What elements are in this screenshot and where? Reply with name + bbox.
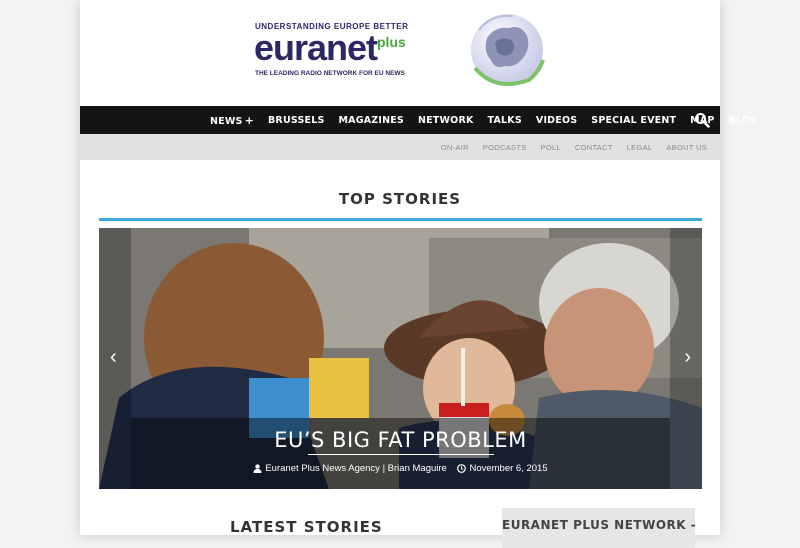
featured-story-caption: EU’S BIG FAT PROBLEM Euranet Plus News A… [131, 418, 670, 489]
user-icon [253, 464, 262, 473]
subnav-item-legal[interactable]: LEGAL [627, 143, 653, 152]
logo-brand: euranet [254, 27, 378, 68]
featured-story-headline[interactable]: EU’S BIG FAT PROBLEM [131, 428, 670, 452]
main-navigation: NEWS + BRUSSELS MAGAZINES NETWORK TALKS V… [80, 106, 758, 134]
top-stories-heading: TOP STORIES [338, 190, 462, 208]
clock-icon [457, 464, 467, 473]
site-header: UNDERSTANDING EUROPE BETTER euranet plus… [80, 0, 720, 106]
logo-brand-suffix: plus [377, 34, 406, 50]
europe-globe-icon [471, 14, 545, 86]
nav-item-magazines[interactable]: MAGAZINES [339, 115, 404, 126]
secondary-navigation: ON-AIR PODCASTS POLL CONTACT LEGAL ABOUT… [80, 134, 720, 160]
search-icon[interactable] [694, 112, 710, 128]
sidebar-widget: EURANET PLUS NETWORK - [502, 508, 697, 548]
logo-tagline-bottom: THE LEADING RADIO NETWORK FOR EU NEWS [255, 70, 405, 77]
nav-item-brussels[interactable]: BRUSSELS [268, 115, 325, 126]
secondary-menu: ON-AIR PODCASTS POLL CONTACT LEGAL ABOUT… [427, 134, 707, 160]
nav-item-news[interactable]: NEWS + [210, 114, 254, 127]
slider-prev-arrow-icon[interactable]: ‹ [110, 346, 117, 369]
nav-menu: NEWS + BRUSSELS MAGAZINES NETWORK TALKS V… [210, 106, 772, 134]
latest-stories-heading: LATEST STORIES [230, 518, 383, 536]
nav-item-blog[interactable]: BLOG [729, 115, 759, 126]
site-logo[interactable]: UNDERSTANDING EUROPE BETTER euranet plus… [254, 22, 445, 82]
slider-next-arrow-icon[interactable]: › [684, 346, 691, 369]
nav-item-network[interactable]: NETWORK [418, 115, 474, 126]
subnav-item-contact[interactable]: CONTACT [575, 143, 613, 152]
subnav-item-about-us[interactable]: ABOUT US [666, 143, 707, 152]
sidebar-widget-title: EURANET PLUS NETWORK - [502, 518, 697, 532]
subnav-item-poll[interactable]: POLL [541, 143, 561, 152]
featured-story-author[interactable]: Euranet Plus News Agency | Brian Maguire [265, 463, 446, 474]
featured-story-slider[interactable]: ‹ › EU’S BIG FAT PROBLEM Euranet Plus Ne… [99, 228, 702, 489]
subnav-item-on-air[interactable]: ON-AIR [441, 143, 469, 152]
page: UNDERSTANDING EUROPE BETTER euranet plus… [80, 0, 758, 548]
featured-story-meta: Euranet Plus News Agency | Brian Maguire… [131, 463, 670, 474]
nav-item-talks[interactable]: TALKS [488, 115, 522, 126]
nav-news-plus-icon: + [244, 113, 254, 127]
subnav-item-podcasts[interactable]: PODCASTS [483, 143, 527, 152]
nav-item-videos[interactable]: VIDEOS [536, 115, 577, 126]
headline-underline [308, 454, 494, 455]
nav-item-special-event[interactable]: SPECIAL EVENT [591, 115, 676, 126]
section-divider [99, 218, 702, 221]
nav-item-label: NEWS [210, 115, 243, 127]
featured-story-date: November 6, 2015 [469, 463, 548, 474]
